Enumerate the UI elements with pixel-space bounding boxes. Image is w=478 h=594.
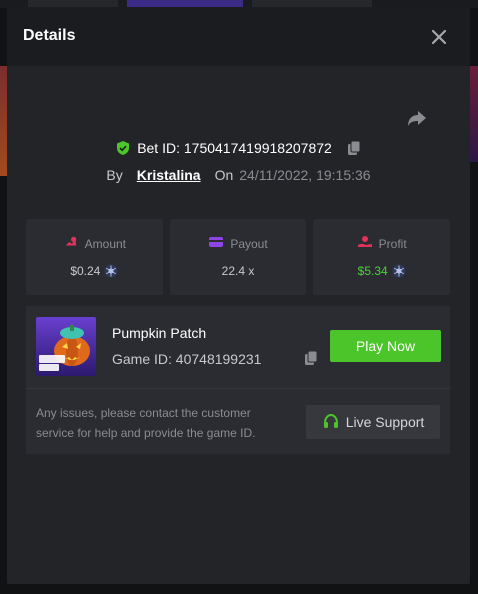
details-modal: Details Bet ID: 1750417419918207872 By K…: [7, 7, 470, 584]
bet-date: 24/11/2022, 19:15:36: [239, 167, 371, 183]
game-thumbnail[interactable]: [36, 317, 96, 376]
background-game-tile-left: [0, 66, 7, 176]
on-label: On: [214, 167, 234, 183]
token-icon: [104, 264, 118, 278]
username-link[interactable]: Kristalina: [137, 167, 201, 183]
modal-header: Details: [7, 7, 470, 66]
bet-id-row: Bet ID: 1750417419918207872: [7, 137, 470, 159]
stat-profit-label: Profit: [378, 236, 407, 251]
help-text: Any issues, please contact the customer …: [36, 406, 256, 440]
stat-profit-value: $5.34: [357, 264, 388, 278]
stat-payout-value: 22.4 x: [221, 264, 255, 278]
stat-amount-value: $0.24: [70, 264, 101, 278]
play-now-button[interactable]: Play Now: [330, 330, 441, 362]
game-id: Game ID: 40748199231: [112, 351, 262, 367]
background-game-tile-right: [470, 66, 478, 162]
shield-check-icon: [115, 140, 131, 156]
stat-profit: Profit $5.34: [313, 219, 451, 295]
coins-icon: [63, 235, 79, 252]
bet-id-label: Bet ID: 1750417419918207872: [137, 140, 332, 156]
card-icon: [208, 235, 224, 252]
bet-meta-row: By Kristalina On 24/11/2022, 19:15:36: [7, 165, 470, 185]
stat-amount: Amount $0.24: [26, 219, 163, 295]
bet-stats: Amount $0.24 Payout 22.4 x Profit $5.34: [26, 219, 451, 295]
hand-coin-icon: [357, 235, 373, 252]
stat-amount-label: Amount: [84, 236, 127, 251]
game-card: Pumpkin Patch Game ID: 40748199231 Play …: [26, 306, 450, 454]
by-label: By: [106, 167, 123, 183]
stat-payout: Payout 22.4 x: [169, 219, 307, 295]
copy-icon: [305, 350, 318, 365]
share-icon: [408, 111, 426, 126]
copy-bet-id-button[interactable]: [346, 140, 362, 156]
close-icon: [431, 29, 447, 45]
modal-title: Details: [23, 27, 76, 44]
stat-payout-label: Payout: [230, 236, 268, 251]
pumpkin-game-art: [36, 317, 96, 376]
live-support-button[interactable]: Live Support: [306, 405, 440, 439]
divider: [26, 388, 450, 389]
headset-icon: [323, 413, 338, 428]
token-icon: [392, 264, 406, 278]
game-name: Pumpkin Patch: [112, 325, 207, 341]
copy-icon: [347, 140, 361, 155]
copy-game-id-button[interactable]: [303, 350, 319, 371]
close-button[interactable]: [429, 27, 449, 47]
live-support-label: Live Support: [345, 414, 425, 430]
share-button[interactable]: [405, 106, 429, 130]
